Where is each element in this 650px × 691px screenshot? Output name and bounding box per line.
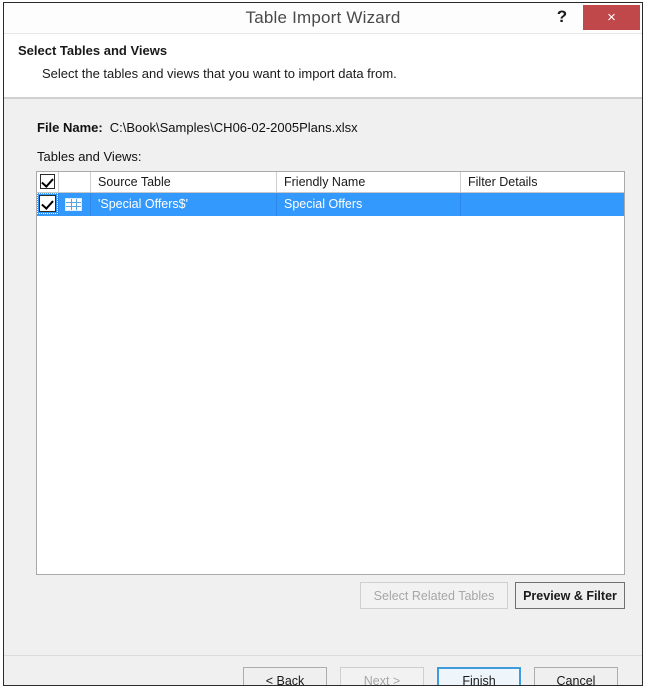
wizard-header: Select Tables and Views Select the table…: [4, 34, 642, 99]
select-all-header-cell[interactable]: [37, 172, 59, 192]
cell-friendly-name[interactable]: Special Offers: [277, 193, 461, 216]
table-import-wizard-dialog: Table Import Wizard ? × Select Tables an…: [3, 2, 643, 686]
file-name-label: File Name:: [37, 120, 103, 135]
preview-and-filter-button[interactable]: Preview & Filter: [515, 582, 625, 609]
dialog-body: File Name: C:\Book\Samples\CH06-02-2005Pl…: [4, 99, 642, 655]
select-related-tables-button[interactable]: Select Related Tables: [360, 582, 508, 609]
file-name-value: C:\Book\Samples\CH06-02-2005Plans.xlsx: [109, 120, 358, 135]
select-all-checkbox[interactable]: [40, 174, 55, 189]
icon-header-cell: [59, 172, 91, 192]
back-button[interactable]: < Back: [243, 667, 327, 685]
file-name-row: File Name: C:\Book\Samples\CH06-02-2005Pl…: [37, 120, 358, 135]
finish-button[interactable]: Finish: [437, 667, 521, 685]
column-header-source-table[interactable]: Source Table: [91, 172, 277, 192]
row-icon-cell: [59, 193, 91, 216]
tables-and-views-label: Tables and Views:: [37, 149, 142, 164]
window-title: Table Import Wizard: [245, 8, 401, 27]
cancel-button[interactable]: Cancel: [534, 667, 618, 685]
grid-header-row: Source Table Friendly Name Filter Detail…: [37, 172, 624, 193]
help-icon[interactable]: ?: [550, 5, 574, 29]
page-title: Select Tables and Views: [18, 43, 168, 58]
tables-grid[interactable]: Source Table Friendly Name Filter Detail…: [36, 171, 625, 575]
column-header-friendly-name[interactable]: Friendly Name: [277, 172, 461, 192]
row-select-cell[interactable]: [37, 193, 59, 216]
column-header-filter-details[interactable]: Filter Details: [461, 172, 624, 192]
dialog-footer: < Back Next > Finish Cancel: [4, 655, 642, 685]
page-subtitle: Select the tables and views that you wan…: [42, 66, 397, 81]
title-bar: Table Import Wizard ? ×: [4, 3, 642, 34]
row-checkbox[interactable]: [37, 193, 58, 214]
next-button[interactable]: Next >: [340, 667, 424, 685]
table-grid-icon: [65, 198, 82, 211]
table-row[interactable]: 'Special Offers$' Special Offers: [37, 193, 624, 216]
cell-source-table[interactable]: 'Special Offers$': [91, 193, 277, 216]
cell-filter-details[interactable]: [461, 193, 624, 216]
close-icon[interactable]: ×: [583, 5, 640, 30]
